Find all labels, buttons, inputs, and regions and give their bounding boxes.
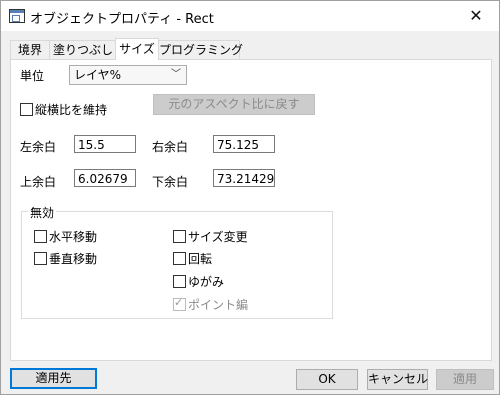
tab-programming[interactable]: プログラミング — [158, 40, 243, 59]
skew-label: ゆがみ — [188, 275, 225, 289]
point-edit-checkbox[interactable] — [173, 296, 186, 311]
top-margin-input[interactable]: 6.02679 — [74, 169, 136, 187]
bottom-margin-input[interactable]: 73.21429 — [213, 169, 275, 187]
left-margin-input[interactable]: 15.5 — [74, 135, 136, 153]
title-bar: オブジェクトプロパティ - Rect ✕ — [1, 1, 499, 31]
right-margin-input[interactable]: 75.125 — [213, 135, 275, 153]
resize-checkbox[interactable] — [173, 230, 186, 243]
skew-checkbox[interactable] — [173, 275, 186, 288]
ok-button[interactable]: OK — [296, 369, 358, 390]
keep-aspect-checkbox[interactable] — [20, 103, 33, 116]
horizontal-move-checkbox[interactable] — [34, 230, 47, 243]
top-margin-label: 上余白 — [20, 175, 57, 189]
disable-group: 無効 水平移動 垂直移動 サイズ変更 回転 ゆがみ ポイント編 — [21, 204, 333, 319]
window-title: オブジェクトプロパティ - Rect — [30, 12, 214, 27]
close-icon[interactable]: ✕ — [453, 1, 499, 31]
point-edit-label: ポイント編 — [188, 298, 249, 312]
tab-size[interactable]: サイズ — [115, 38, 159, 60]
disable-group-title: 無効 — [28, 204, 57, 221]
vertical-move-checkbox[interactable] — [34, 252, 47, 265]
keep-aspect-label: 縦横比を維持 — [35, 103, 108, 117]
rotate-checkbox[interactable] — [173, 252, 186, 265]
unit-label: 単位 — [20, 69, 45, 83]
horizontal-move-label: 水平移動 — [49, 230, 98, 244]
size-panel: 単位 レイヤ% ﹀ 縦横比を維持 元のアスペクト比に戻す 左余白 15.5 右余… — [10, 59, 492, 361]
right-margin-label: 右余白 — [152, 140, 189, 154]
window-icon — [9, 9, 25, 23]
bottom-margin-label: 下余白 — [152, 175, 189, 189]
apply-button[interactable]: 適用 — [436, 369, 494, 390]
unit-select-value: レイヤ% — [74, 68, 122, 82]
rotate-label: 回転 — [188, 252, 213, 266]
tab-border[interactable]: 境界 — [10, 40, 50, 59]
apply-to-button[interactable]: 適用先 — [10, 368, 97, 389]
cancel-button[interactable]: キャンセル — [367, 369, 428, 390]
reset-aspect-button[interactable]: 元のアスペクト比に戻す — [153, 94, 315, 115]
left-margin-label: 左余白 — [20, 140, 57, 154]
properties-dialog: オブジェクトプロパティ - Rect ✕ 境界 塗りつぶし サイズ プログラミン… — [0, 0, 500, 395]
unit-select[interactable]: レイヤ% ﹀ — [69, 65, 187, 85]
vertical-move-label: 垂直移動 — [49, 252, 98, 266]
tab-fill[interactable]: 塗りつぶし — [49, 40, 117, 59]
resize-label: サイズ変更 — [188, 230, 248, 244]
chevron-down-icon: ﹀ — [171, 69, 181, 80]
